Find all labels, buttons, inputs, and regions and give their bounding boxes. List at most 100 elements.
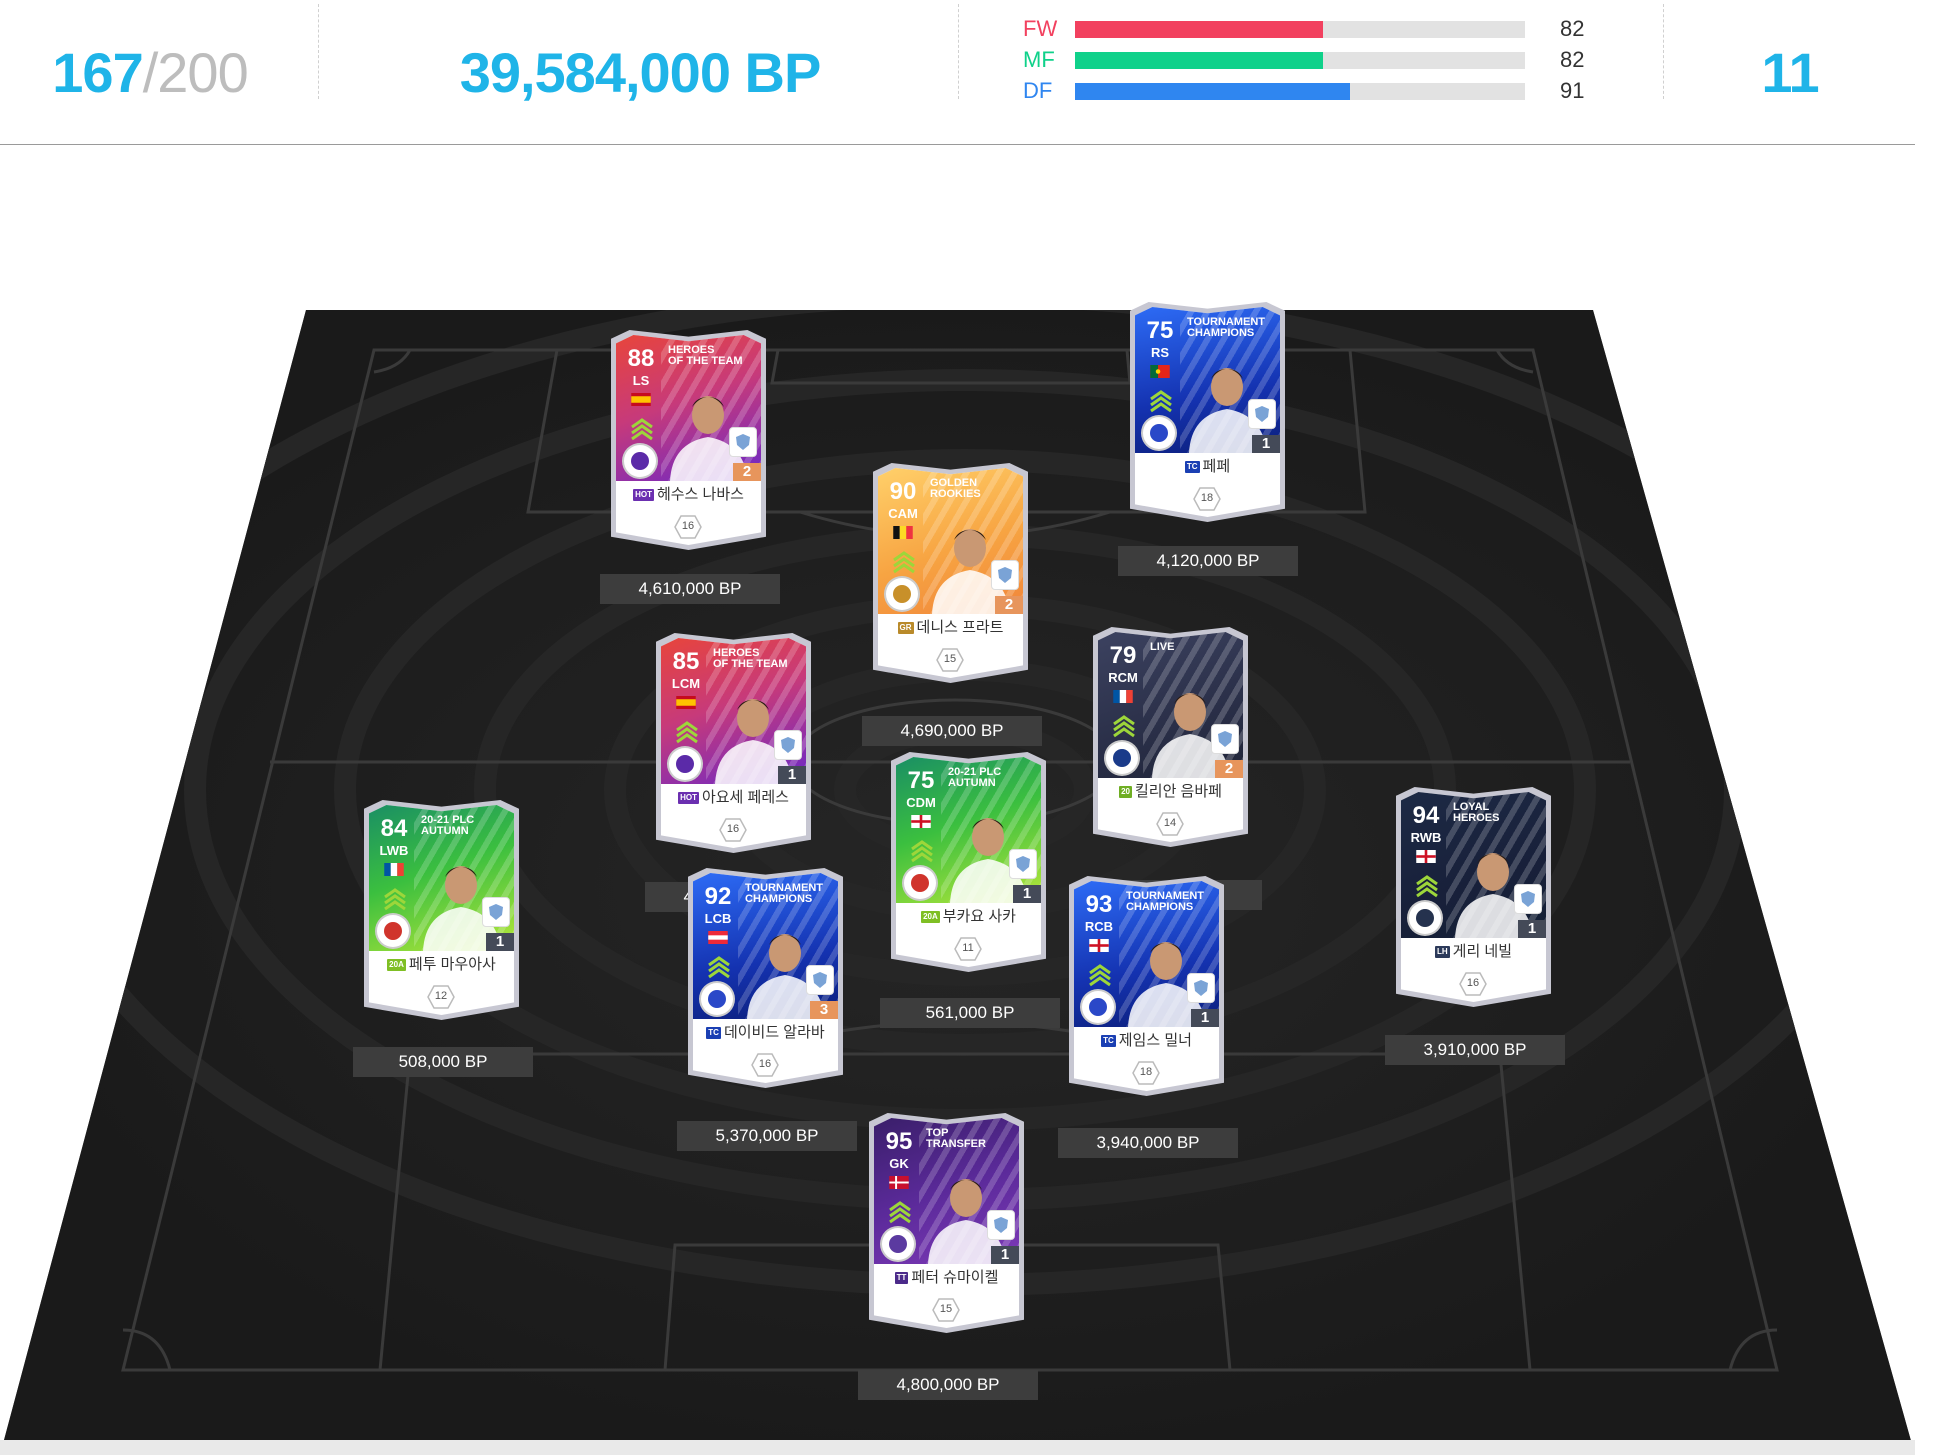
player-card-lcb[interactable]: 92 LCB TOURNAMENT CHAMPIONS 3 TC 데이비드 알라바 16 xyxy=(688,868,843,1088)
club-crest-icon xyxy=(1407,900,1443,936)
player-name: 킬리안 음바페 xyxy=(1134,783,1222,800)
position-label: CDM xyxy=(906,795,936,810)
chevron-up-icon xyxy=(1150,390,1172,413)
player-price: 4,120,000 BP xyxy=(1118,546,1298,576)
player-name-line: 20 킬리안 음바페 xyxy=(1098,780,1243,801)
player-name-line: HOT 아요세 페레스 xyxy=(661,786,806,807)
card-art: 94 RWB LOYAL HEROES 1 xyxy=(1401,792,1546,952)
salary-hexagon: 15 xyxy=(932,1298,960,1322)
player-price: 508,000 BP xyxy=(353,1047,533,1077)
player-card-cam[interactable]: 90 CAM GOLDEN ROOKIES 2 GR 데니스 프라트 15 xyxy=(873,463,1028,683)
player-name: 헤수스 나바스 xyxy=(656,486,744,503)
season-tag: 20A xyxy=(921,911,940,923)
player-name-line: LH 게리 네빌 xyxy=(1401,940,1546,961)
player-card-cdm[interactable]: 75 CDM 20-21 PLC AUTUMN 1 20A 부카요 사카 11 xyxy=(891,752,1046,972)
team-color-badge-icon xyxy=(987,1210,1015,1240)
team-color-badge-icon xyxy=(1211,724,1239,754)
team-color-badge-icon xyxy=(482,897,510,927)
salary-hexagon: 16 xyxy=(1459,972,1487,996)
player-price: 4,800,000 BP xyxy=(858,1370,1038,1400)
overall-rating: 95 xyxy=(885,1128,913,1155)
player-name: 제임스 밀너 xyxy=(1118,1032,1192,1049)
enhance-level: 2 xyxy=(1215,760,1243,778)
chevron-up-icon xyxy=(631,418,653,441)
player-name: 페터 슈마이켈 xyxy=(911,1269,999,1286)
player-card-gk[interactable]: 95 GK TOP TRANSFER 1 TT 페터 슈마이켈 15 xyxy=(869,1113,1024,1333)
enhance-level: 2 xyxy=(733,463,761,481)
card-season-title: LIVE xyxy=(1150,641,1175,653)
salary-hexagon: 12 xyxy=(427,985,455,1009)
chevron-up-icon xyxy=(708,956,730,979)
position-label: GK xyxy=(889,1156,909,1171)
card-season-title: TOURNAMENT CHAMPIONS xyxy=(745,882,824,905)
salary-value: 16 xyxy=(1466,977,1480,989)
card-season-title: GOLDEN ROOKIES xyxy=(930,477,981,500)
overall-rating: 93 xyxy=(1085,891,1113,918)
chevron-up-icon xyxy=(1416,875,1438,898)
season-tag: TC xyxy=(1184,461,1200,473)
card-face: 88 LS HEROES OF THE TEAM 2 HOT 헤수스 나바스 16 xyxy=(616,335,761,545)
salary-hexagon: 15 xyxy=(936,648,964,672)
season-tag: 20A xyxy=(387,959,406,971)
player-card-rwb[interactable]: 94 RWB LOYAL HEROES 1 LH 게리 네빌 16 xyxy=(1396,787,1551,1007)
card-face: 79 RCM LIVE 2 20 킬리안 음바페 14 xyxy=(1098,632,1243,842)
card-art: 75 CDM 20-21 PLC AUTUMN 1 xyxy=(896,757,1041,917)
player-name: 게리 네빌 xyxy=(1452,943,1513,960)
salary-value: 14 xyxy=(1163,817,1177,829)
overall-rating: 79 xyxy=(1109,642,1137,669)
team-color-badge-icon xyxy=(1009,849,1037,879)
salary-hexagon: 18 xyxy=(1193,487,1221,511)
player-name-line: TC 데이비드 알라바 xyxy=(693,1021,838,1042)
overall-rating: 94 xyxy=(1412,802,1440,829)
card-face: 85 LCM HEROES OF THE TEAM 1 HOT 아요세 페레스 16 xyxy=(661,638,806,848)
player-price: 4,690,000 BP xyxy=(862,716,1042,746)
overall-rating: 85 xyxy=(672,648,700,675)
club-crest-icon xyxy=(880,1226,916,1262)
enhance-level: 1 xyxy=(1013,885,1041,903)
overall-rating: 92 xyxy=(704,883,732,910)
chevron-up-icon xyxy=(893,551,915,574)
card-art: 92 LCB TOURNAMENT CHAMPIONS 3 xyxy=(693,873,838,1033)
club-crest-icon xyxy=(1141,415,1177,451)
season-tag: HOT xyxy=(633,489,654,501)
card-season-title: HEROES OF THE TEAM xyxy=(713,647,788,670)
team-color-badge-icon xyxy=(1514,884,1542,914)
position-label: RWB xyxy=(1410,830,1442,845)
season-tag: GR xyxy=(897,622,914,634)
player-card-lwb[interactable]: 84 LWB 20-21 PLC AUTUMN 1 20A 페투 마우아사 12 xyxy=(364,800,519,1020)
card-season-title: 20-21 PLC AUTUMN xyxy=(421,814,475,837)
player-card-rs[interactable]: 75 RS TOURNAMENT CHAMPIONS 1 TC 페페 18 xyxy=(1130,302,1285,522)
season-tag: TC xyxy=(1101,1035,1116,1047)
card-art: 75 RS TOURNAMENT CHAMPIONS 1 xyxy=(1135,307,1280,467)
card-face: 75 CDM 20-21 PLC AUTUMN 1 20A 부카요 사카 11 xyxy=(896,757,1041,967)
player-name-line: 20A 부카요 사카 xyxy=(896,905,1041,926)
player-card-lcm[interactable]: 85 LCM HEROES OF THE TEAM 1 HOT 아요세 페레스 16 xyxy=(656,633,811,853)
enhance-level: 1 xyxy=(1191,1009,1219,1027)
card-season-title: LOYAL HEROES xyxy=(1453,801,1500,824)
overall-rating: 75 xyxy=(907,767,935,794)
salary-hexagon: 16 xyxy=(674,515,702,539)
player-card-ls[interactable]: 88 LS HEROES OF THE TEAM 2 HOT 헤수스 나바스 16 xyxy=(611,330,766,550)
card-art: 84 LWB 20-21 PLC AUTUMN 1 xyxy=(369,805,514,965)
player-name: 데이비드 알라바 xyxy=(723,1024,825,1041)
player-name-line: GR 데니스 프라트 xyxy=(878,616,1023,637)
enhance-level: 1 xyxy=(778,766,806,784)
player-card-rcb[interactable]: 93 RCB TOURNAMENT CHAMPIONS 1 TC 제임스 밀너 18 xyxy=(1069,876,1224,1096)
club-crest-icon xyxy=(667,746,703,782)
salary-hexagon: 18 xyxy=(1132,1061,1160,1085)
team-color-badge-icon xyxy=(806,965,834,995)
club-crest-icon xyxy=(1080,989,1116,1025)
salary-value: 12 xyxy=(434,990,448,1002)
card-face: 95 GK TOP TRANSFER 1 TT 페터 슈마이켈 15 xyxy=(874,1118,1019,1328)
enhance-level: 1 xyxy=(1518,920,1546,938)
player-name: 페투 마우아사 xyxy=(408,956,496,973)
card-art: 90 CAM GOLDEN ROOKIES 2 xyxy=(878,468,1023,628)
club-crest-icon xyxy=(902,865,938,901)
club-crest-icon xyxy=(375,913,411,949)
player-name-line: TC 페페 xyxy=(1135,455,1280,476)
overall-rating: 75 xyxy=(1146,317,1174,344)
player-card-rcm[interactable]: 79 RCM LIVE 2 20 킬리안 음바페 14 xyxy=(1093,627,1248,847)
team-color-badge-icon xyxy=(729,427,757,457)
card-season-title: TOURNAMENT CHAMPIONS xyxy=(1187,316,1266,339)
enhance-level: 1 xyxy=(486,933,514,951)
